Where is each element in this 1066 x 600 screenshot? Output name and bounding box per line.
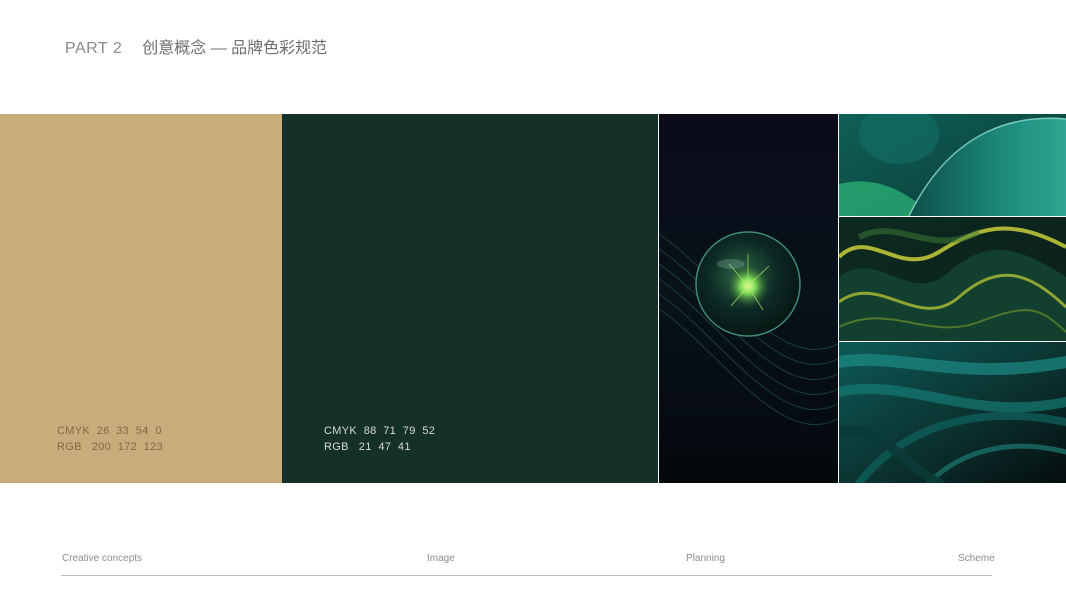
dark-green-color-swatch: CMYK 88 71 79 52 RGB 21 47 41	[282, 114, 658, 483]
footer-item-planning: Planning	[686, 553, 725, 564]
footer-divider	[61, 575, 992, 576]
crystal-orb-image	[659, 114, 838, 483]
page-title: 创意概念 — 品牌色彩规范	[142, 40, 328, 57]
page-header: PART 2 创意概念 — 品牌色彩规范	[65, 34, 327, 58]
gold-color-values: CMYK 26 33 54 0 RGB 200 172 123	[57, 423, 163, 455]
footer-item-creative-concepts: Creative concepts	[62, 553, 143, 564]
green-cmyk-value: CMYK 88 71 79 52	[324, 425, 436, 437]
gold-cmyk-value: CMYK 26 33 54 0	[57, 425, 162, 437]
green-rgb-value: RGB 21 47 41	[324, 441, 411, 453]
footer-item-scheme: Scheme	[958, 553, 995, 564]
teal-ribbon-image	[839, 342, 1066, 483]
gold-green-wave-image	[839, 217, 1066, 341]
gold-rgb-value: RGB 200 172 123	[57, 441, 163, 453]
part-label: PART 2	[65, 40, 123, 57]
footer-item-image: Image	[427, 553, 455, 564]
green-color-values: CMYK 88 71 79 52 RGB 21 47 41	[324, 423, 435, 455]
gold-color-swatch: CMYK 26 33 54 0 RGB 200 172 123	[0, 114, 282, 483]
teal-arc-image	[839, 114, 1066, 216]
